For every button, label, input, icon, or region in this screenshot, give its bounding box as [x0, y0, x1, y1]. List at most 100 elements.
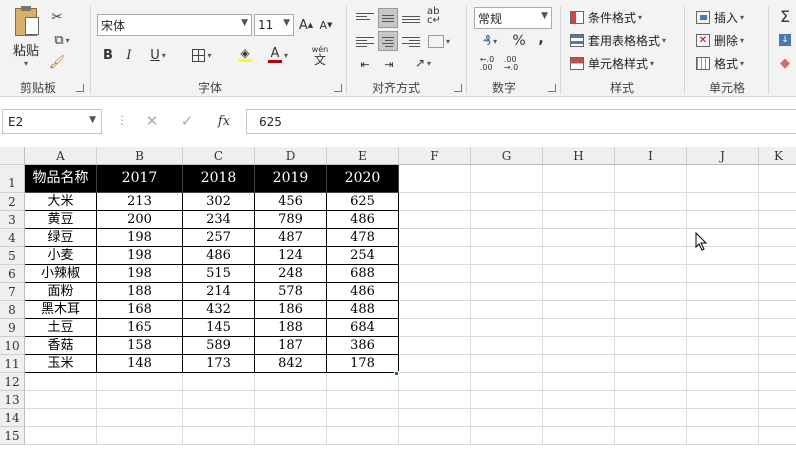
cell-f3[interactable]	[399, 211, 471, 229]
row-header-5[interactable]: 5	[0, 247, 25, 265]
font-launcher-icon[interactable]	[334, 84, 342, 92]
table-cell[interactable]: 578	[255, 283, 327, 301]
font-shrink-icon[interactable]: A ▼	[318, 16, 334, 34]
column-header-c[interactable]: C	[183, 147, 255, 165]
fill-color-icon[interactable]: ◈	[230, 46, 260, 64]
cell-i7[interactable]	[615, 283, 687, 301]
name-box[interactable]: E2 ▼	[2, 109, 102, 134]
table-cell[interactable]: 168	[97, 301, 183, 319]
insert-function-button[interactable]: fx	[213, 112, 235, 130]
row-header-2[interactable]: 2	[0, 193, 25, 211]
cell-g1[interactable]	[471, 165, 543, 193]
cell-e15[interactable]	[327, 427, 399, 445]
row-header-7[interactable]: 7	[0, 283, 25, 301]
cell-h8[interactable]	[543, 301, 615, 319]
currency-icon[interactable]: ₰ ▾	[476, 32, 504, 50]
column-header-e[interactable]: E	[327, 147, 399, 165]
table-cell[interactable]: 黄豆	[25, 211, 97, 229]
table-cell[interactable]: 土豆	[25, 319, 97, 337]
cell-i6[interactable]	[615, 265, 687, 283]
cell-f15[interactable]	[399, 427, 471, 445]
table-cell[interactable]: 香菇	[25, 337, 97, 355]
cell-k13[interactable]	[759, 391, 796, 409]
increase-indent-icon[interactable]: ⇥	[380, 55, 398, 73]
cell-i2[interactable]	[615, 193, 687, 211]
row-header-4[interactable]: 4	[0, 229, 25, 247]
alignment-launcher-icon[interactable]	[454, 84, 462, 92]
cell-e13[interactable]	[327, 391, 399, 409]
cell-j6[interactable]	[687, 265, 759, 283]
cell-i13[interactable]	[615, 391, 687, 409]
table-cell[interactable]: 玉米	[25, 355, 97, 373]
cell-k11[interactable]	[759, 355, 796, 373]
align-top-icon[interactable]	[356, 8, 374, 26]
font-color-icon[interactable]: A ▾	[262, 46, 294, 64]
insert-button[interactable]: 插入 ▾	[696, 7, 744, 27]
table-cell[interactable]: 198	[97, 229, 183, 247]
cell-h2[interactable]	[543, 193, 615, 211]
cell-h13[interactable]	[543, 391, 615, 409]
column-header-j[interactable]: J	[687, 147, 759, 165]
cell-f11[interactable]	[399, 355, 471, 373]
table-cell[interactable]: 486	[183, 247, 255, 265]
column-header-d[interactable]: D	[255, 147, 327, 165]
cell-h5[interactable]	[543, 247, 615, 265]
table-cell[interactable]: 254	[327, 247, 399, 265]
percent-button[interactable]: %	[510, 32, 528, 50]
table-cell[interactable]: 173	[183, 355, 255, 373]
chevron-down-icon[interactable]: ▼	[89, 115, 96, 125]
paste-button[interactable]: 粘贴 ▾	[8, 6, 44, 68]
row-header-10[interactable]: 10	[0, 337, 25, 355]
cell-g6[interactable]	[471, 265, 543, 283]
row-header-1[interactable]: 1	[0, 165, 25, 193]
table-cell[interactable]: 842	[255, 355, 327, 373]
cancel-icon[interactable]: ✕	[143, 112, 161, 130]
cell-i1[interactable]	[615, 165, 687, 193]
cell-a12[interactable]	[25, 373, 97, 391]
cell-i14[interactable]	[615, 409, 687, 427]
cell-c15[interactable]	[183, 427, 255, 445]
row-header-14[interactable]: 14	[0, 409, 25, 427]
table-header-cell[interactable]: 2018	[183, 165, 255, 193]
cell-g15[interactable]	[471, 427, 543, 445]
table-cell[interactable]: 绿豆	[25, 229, 97, 247]
table-cell[interactable]: 145	[183, 319, 255, 337]
merge-center-icon[interactable]: ▾	[424, 31, 454, 51]
cell-g11[interactable]	[471, 355, 543, 373]
cell-h6[interactable]	[543, 265, 615, 283]
cell-j11[interactable]	[687, 355, 759, 373]
formula-input[interactable]: 625	[246, 109, 796, 134]
table-header-cell[interactable]: 物品名称	[25, 165, 97, 193]
cell-g8[interactable]	[471, 301, 543, 319]
autosum-icon[interactable]: Σ	[776, 6, 794, 26]
cell-g4[interactable]	[471, 229, 543, 247]
column-header-i[interactable]: I	[615, 147, 687, 165]
cell-k6[interactable]	[759, 265, 796, 283]
table-cell[interactable]: 小辣椒	[25, 265, 97, 283]
column-header-b[interactable]: B	[97, 147, 183, 165]
cell-k10[interactable]	[759, 337, 796, 355]
italic-button[interactable]: I	[121, 46, 137, 64]
font-size-select[interactable]: 11 ▼	[254, 14, 294, 36]
phonetic-icon[interactable]: wén 文	[305, 44, 335, 66]
align-middle-icon[interactable]	[378, 8, 398, 28]
table-cell[interactable]: 515	[183, 265, 255, 283]
cell-h15[interactable]	[543, 427, 615, 445]
cell-b13[interactable]	[97, 391, 183, 409]
cell-h11[interactable]	[543, 355, 615, 373]
cell-h7[interactable]	[543, 283, 615, 301]
cell-h1[interactable]	[543, 165, 615, 193]
column-header-g[interactable]: G	[471, 147, 543, 165]
cell-k1[interactable]	[759, 165, 796, 193]
cell-j7[interactable]	[687, 283, 759, 301]
cell-g12[interactable]	[471, 373, 543, 391]
cell-a13[interactable]	[25, 391, 97, 409]
cell-k12[interactable]	[759, 373, 796, 391]
row-header-12[interactable]: 12	[0, 373, 25, 391]
cell-h12[interactable]	[543, 373, 615, 391]
table-cell[interactable]: 487	[255, 229, 327, 247]
cell-c12[interactable]	[183, 373, 255, 391]
conditional-format-button[interactable]: 条件格式 ▾	[570, 7, 642, 27]
cell-j3[interactable]	[687, 211, 759, 229]
cell-f8[interactable]	[399, 301, 471, 319]
